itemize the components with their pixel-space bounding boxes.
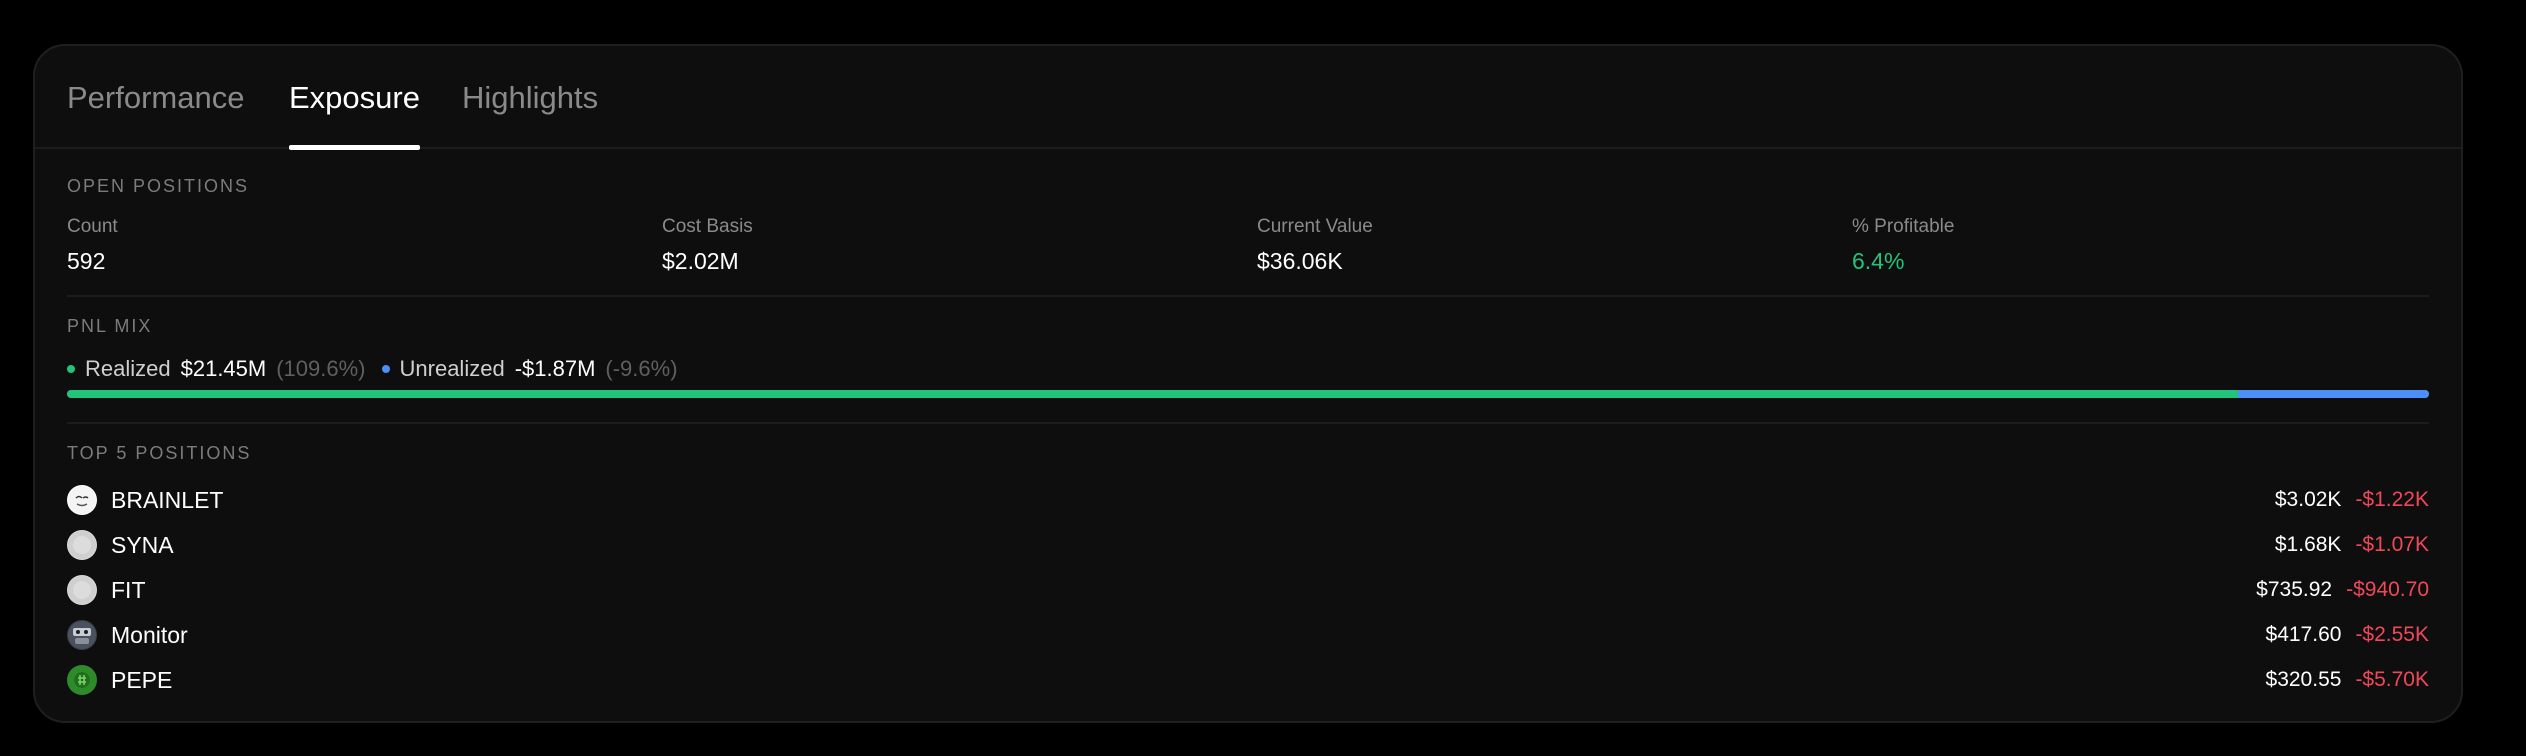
unrealized-amount: -$1.87M [514,356,596,381]
section-divider [67,422,2429,424]
top-positions-title: TOP 5 POSITIONS [67,443,252,463]
unrealized-pct: (-9.6%) [605,356,678,381]
stat-pct-profitable-value: 6.4% [1852,248,1905,274]
stat-current-value: Current Value $36.06K [1257,216,1373,275]
unrealized-label: Unrealized [399,356,505,381]
tab-bar: Performance Exposure Highlights [35,46,2461,150]
pnl-bar-unrealized-segment [2237,390,2429,398]
pnl-bar-realized-segment [67,390,2238,398]
realized-amount: $21.45M [180,356,267,381]
position-pnl: -$2.55K [2355,623,2429,646]
position-pnl: -$1.07K [2355,533,2429,556]
unrealized-dot-icon [381,365,390,373]
position-name: PEPE [111,666,173,693]
exposure-card: Performance Exposure Highlights OPEN POS… [33,44,2463,723]
pepe-token-icon [67,665,97,695]
section-divider [67,295,2429,297]
stat-cost-basis-label: Cost Basis [662,216,753,237]
position-row[interactable]: SYNA $1.68K -$1.07K [67,525,2429,565]
position-name: FIT [111,576,146,603]
realized-label: Realized [85,356,171,381]
stat-count-label: Count [67,216,118,237]
pnl-mix-bar [67,390,2429,398]
position-pnl: -$5.70K [2355,668,2429,691]
position-value: $3.02K [2274,488,2342,511]
position-row[interactable]: PEPE $320.55 -$5.70K [67,660,2429,700]
position-row[interactable]: FIT $735.92 -$940.70 [67,570,2429,610]
position-pnl: -$1.22K [2355,488,2429,511]
position-value: $320.55 [2265,668,2342,691]
open-positions-title: OPEN POSITIONS [67,176,250,196]
position-value: $417.60 [2265,623,2342,646]
position-name: BRAINLET [111,486,224,513]
stat-count: Count 592 [67,216,118,275]
fit-token-icon [67,575,97,605]
position-name: Monitor [111,621,188,648]
position-value: $735.92 [2256,578,2333,601]
stat-pct-profitable-label: % Profitable [1852,216,1955,237]
position-row[interactable]: BRAINLET $3.02K -$1.22K [67,480,2429,520]
tab-exposure[interactable]: Exposure [289,80,420,150]
position-value: $1.68K [2274,533,2342,556]
realized-pct: (109.6%) [276,356,366,381]
stat-cost-basis-value: $2.02M [662,248,739,274]
monitor-token-icon [67,620,97,650]
position-name: SYNA [111,531,174,558]
position-pnl: -$940.70 [2346,578,2429,601]
realized-dot-icon [67,365,75,373]
stat-count-value: 592 [67,248,106,274]
stat-current-value-value: $36.06K [1257,248,1343,274]
position-row[interactable]: Monitor $417.60 -$2.55K [67,615,2429,655]
tab-performance[interactable]: Performance [67,80,244,149]
tab-highlights[interactable]: Highlights [462,80,598,149]
stat-cost-basis: Cost Basis $2.02M [662,216,753,275]
stat-pct-profitable: % Profitable 6.4% [1852,216,1954,275]
stat-current-value-label: Current Value [1257,216,1373,237]
pnl-legend: Realized $21.45M (109.6%) Unrealized -$1… [67,354,694,384]
pnl-mix-title: PNL MIX [67,316,153,336]
syna-token-icon [67,530,97,560]
brainlet-token-icon [67,485,97,515]
